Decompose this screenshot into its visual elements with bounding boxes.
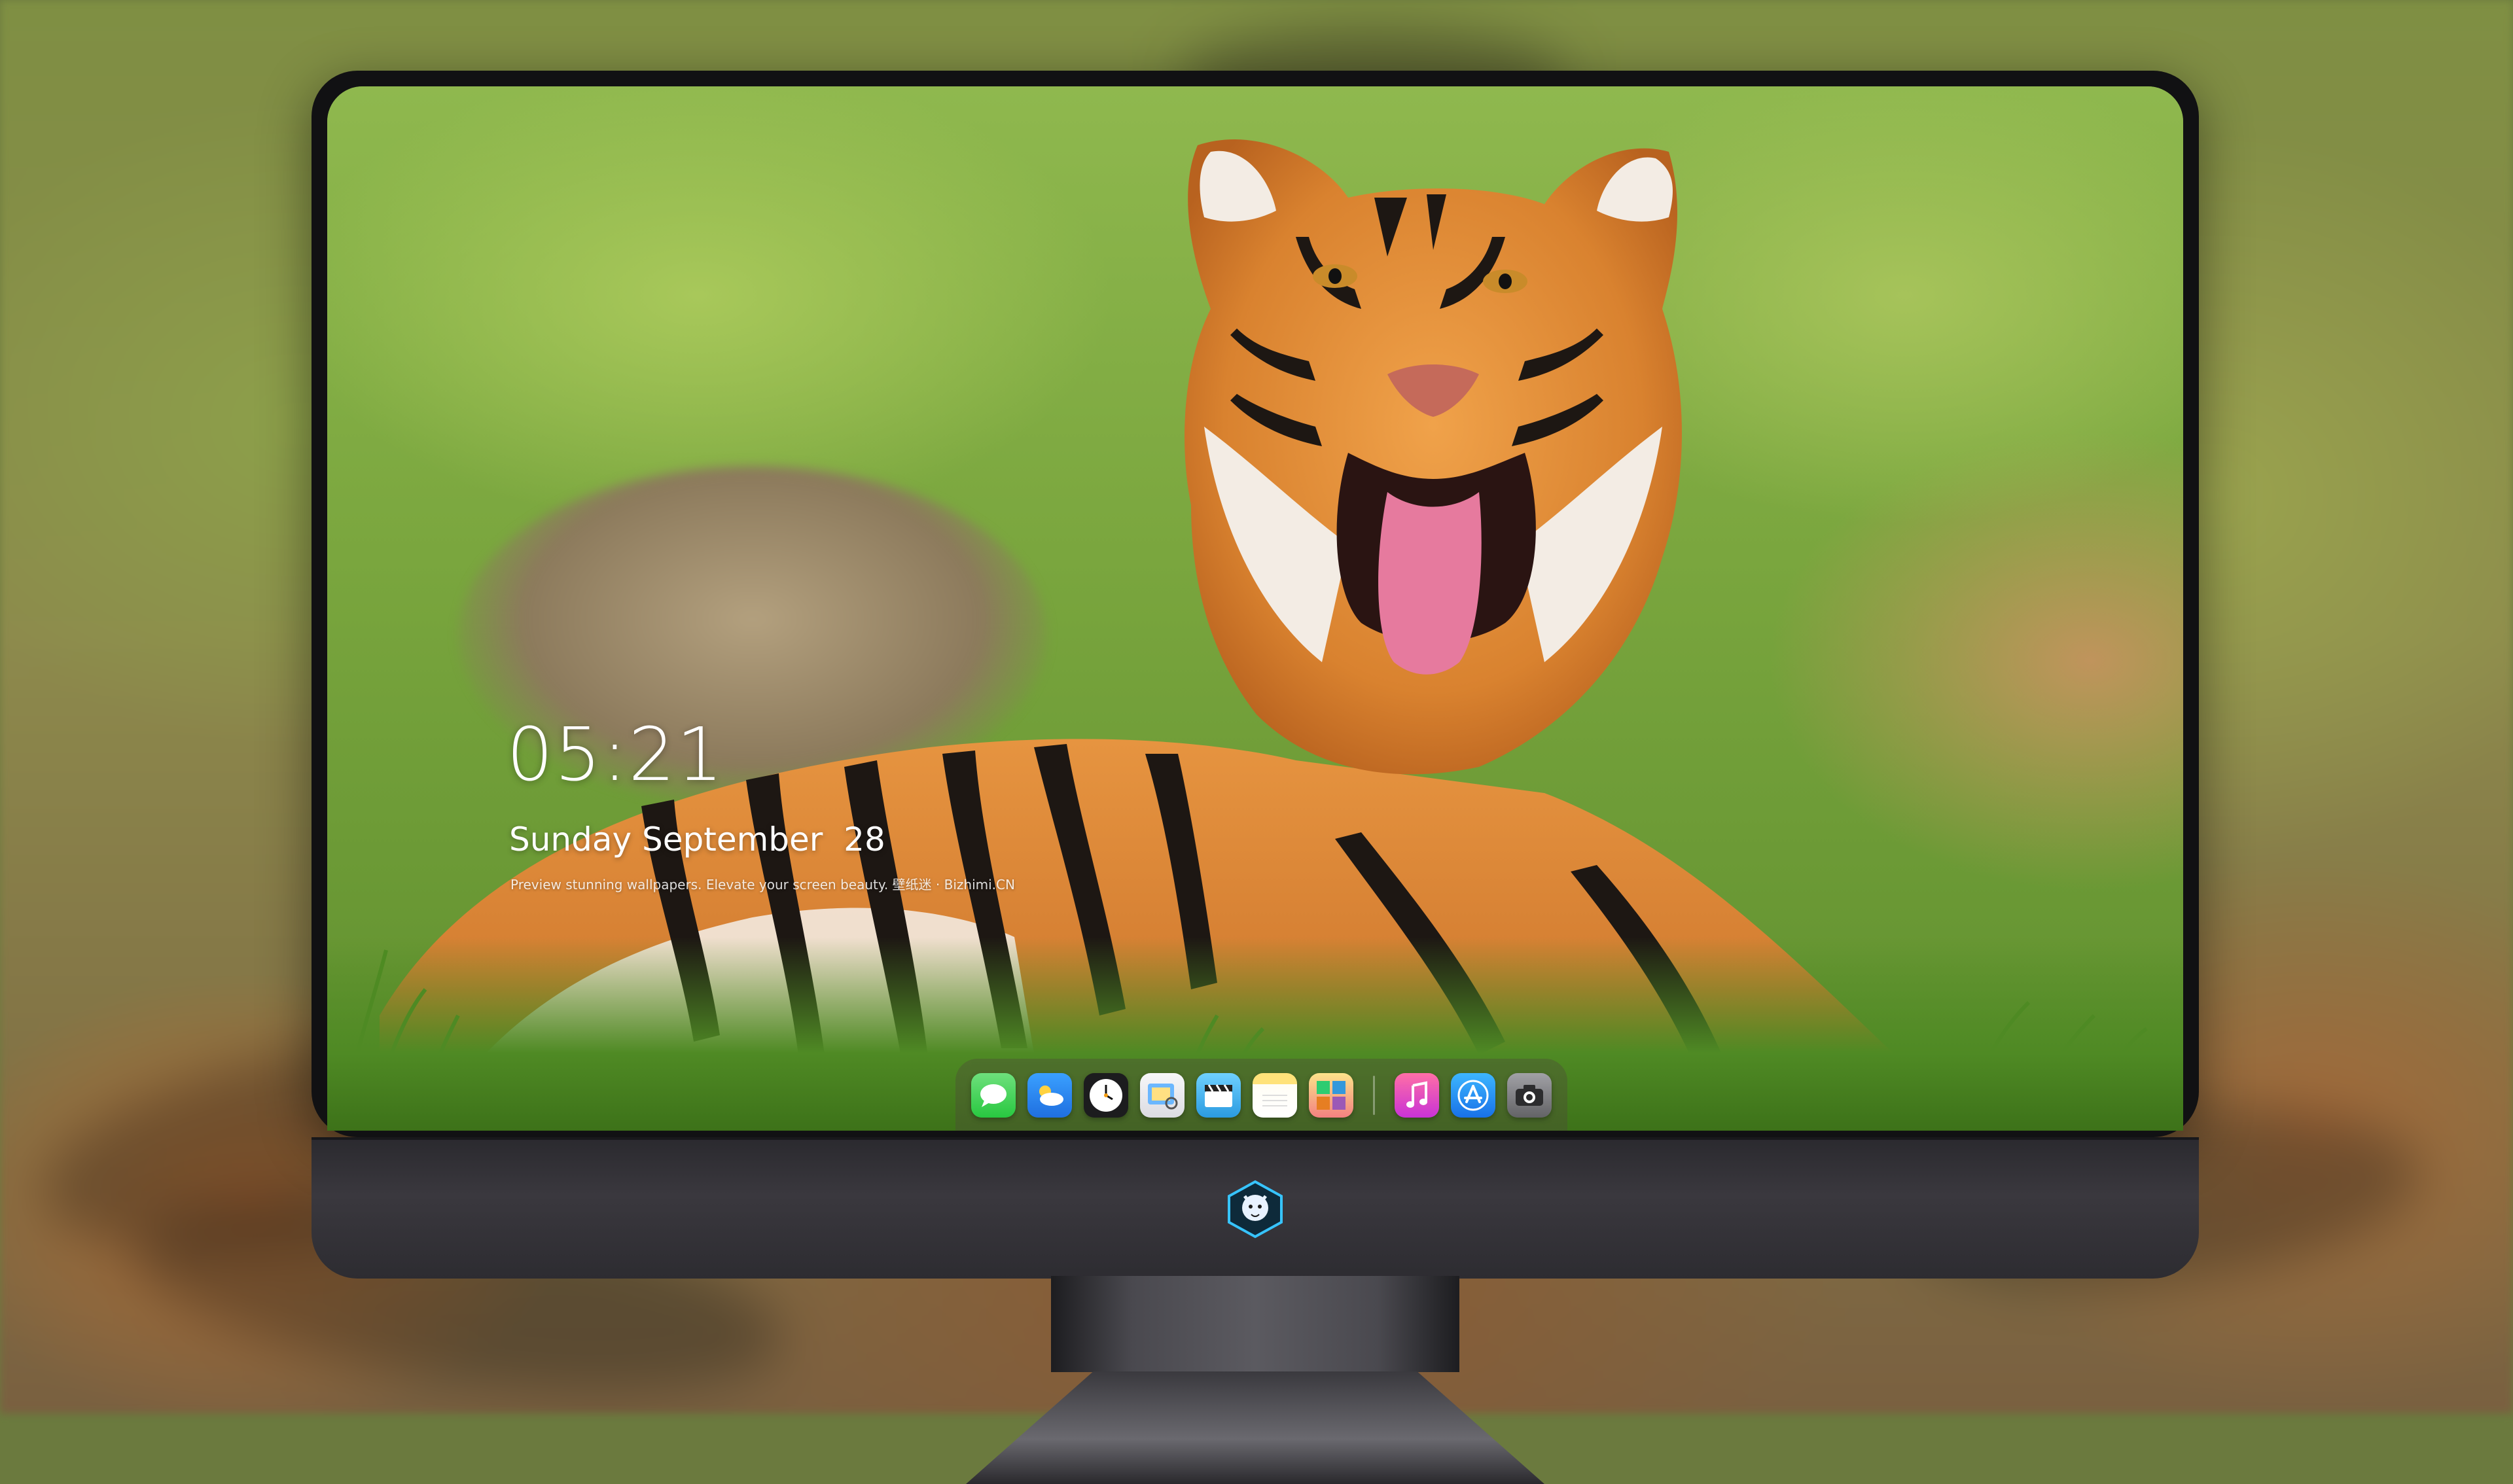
lockscreen-date: Sunday September 28 xyxy=(509,821,885,858)
monitor-chin xyxy=(312,1137,2199,1279)
lockscreen-tagline: Preview stunning wallpapers. Elevate you… xyxy=(510,877,1015,892)
dock xyxy=(955,1059,1567,1131)
clock-icon[interactable] xyxy=(1084,1073,1128,1118)
screen: 05:21 Sunday September 28 Preview stunni… xyxy=(327,86,2183,1131)
preview-icon[interactable] xyxy=(1140,1073,1185,1118)
claquette-icon[interactable] xyxy=(1196,1073,1241,1118)
lockscreen-time: 05:21 xyxy=(507,713,724,798)
messages-icon[interactable] xyxy=(971,1073,1016,1118)
monitor-bezel: 05:21 Sunday September 28 Preview stunni… xyxy=(312,71,2199,1137)
photo-booth-icon[interactable] xyxy=(1309,1073,1353,1118)
badge-logo-icon xyxy=(1228,1180,1283,1239)
notes-icon[interactable] xyxy=(1253,1073,1297,1118)
desktop-monitor: 05:21 Sunday September 28 Preview stunni… xyxy=(312,71,2199,1484)
app-store-icon[interactable] xyxy=(1451,1073,1495,1118)
camera-icon[interactable] xyxy=(1507,1073,1552,1118)
weather-icon[interactable] xyxy=(1027,1073,1072,1118)
music-icon[interactable] xyxy=(1395,1073,1439,1118)
dock-separator xyxy=(1373,1076,1375,1115)
